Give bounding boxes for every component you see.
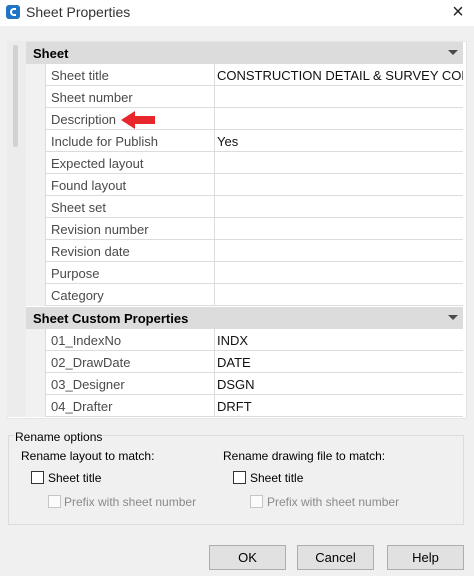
scrollbar-thumb[interactable] [13, 45, 18, 147]
section-header-custom[interactable]: Sheet Custom Properties [26, 307, 463, 329]
help-button[interactable]: Help [387, 545, 464, 570]
property-row-sheet-set[interactable]: Sheet set [26, 196, 463, 218]
drawing-sheet-title-checkbox[interactable] [233, 471, 246, 484]
property-row-expected-layout[interactable]: Expected layout [26, 152, 463, 174]
red-arrow-icon [121, 111, 155, 129]
property-name: Include for Publish [51, 134, 158, 149]
layout-prefix-label: Prefix with sheet number [64, 495, 197, 509]
drawing-sheet-title-label[interactable]: Sheet title [250, 471, 303, 485]
property-name: 04_Drafter [51, 399, 113, 414]
property-value[interactable]: INDX [214, 329, 463, 351]
property-row-sheet-number[interactable]: Sheet number [26, 86, 463, 108]
title-bar: Sheet Properties × [0, 0, 474, 26]
chevron-down-icon[interactable] [448, 50, 458, 55]
property-value[interactable] [214, 262, 463, 284]
layout-sheet-title-checkbox[interactable] [31, 471, 44, 484]
section-label: Sheet Custom Properties [33, 311, 189, 326]
cancel-button[interactable]: Cancel [297, 545, 374, 570]
drawing-prefix-label: Prefix with sheet number [267, 495, 400, 509]
property-name: Expected layout [51, 156, 144, 171]
property-value[interactable]: DSGN [214, 373, 463, 395]
property-value[interactable]: Yes [214, 130, 463, 152]
rename-layout-label: Rename layout to match: [21, 449, 155, 463]
property-name: Revision date [51, 244, 130, 259]
property-row-purpose[interactable]: Purpose [26, 262, 463, 284]
property-value[interactable] [214, 152, 463, 174]
property-name: Purpose [51, 266, 100, 281]
close-icon[interactable]: × [446, 1, 470, 23]
property-row-description[interactable]: Description [26, 108, 463, 130]
property-name: 01_IndexNo [51, 333, 122, 348]
property-name: 02_DrawDate [51, 355, 131, 370]
property-row-found-layout[interactable]: Found layout [26, 174, 463, 196]
section-header-sheet[interactable]: Sheet [26, 42, 463, 64]
ok-button[interactable]: OK [209, 545, 286, 570]
property-name: Revision number [51, 222, 149, 237]
property-name: Found layout [51, 178, 127, 193]
property-name: Sheet set [51, 200, 106, 215]
property-value[interactable] [214, 240, 463, 262]
property-name: 03_Designer [51, 377, 125, 392]
property-name: Category [51, 288, 104, 303]
property-row-indexno[interactable]: 01_IndexNo INDX [26, 329, 463, 351]
rename-options-title: Rename options [14, 430, 104, 444]
property-value[interactable] [214, 86, 463, 108]
property-row-drafter[interactable]: 04_Drafter DRFT [26, 395, 463, 417]
property-value[interactable] [214, 108, 463, 130]
drawing-prefix-checkbox [250, 495, 263, 508]
section-label: Sheet [33, 46, 69, 61]
property-value[interactable] [214, 218, 463, 240]
property-row-sheet-title[interactable]: Sheet title CONSTRUCTION DETAIL & SURVEY… [26, 64, 463, 86]
property-row-category[interactable]: Category [26, 284, 463, 306]
property-value[interactable] [214, 196, 463, 218]
chevron-down-icon[interactable] [448, 315, 458, 320]
autocad-icon [6, 5, 20, 19]
property-value[interactable]: DRFT [214, 395, 463, 417]
property-value[interactable]: CONSTRUCTION DETAIL & SURVEY CON... [214, 64, 463, 86]
layout-sheet-title-label[interactable]: Sheet title [48, 471, 101, 485]
property-name: Sheet title [51, 68, 109, 83]
property-value[interactable]: DATE [214, 351, 463, 373]
property-name: Sheet number [51, 90, 133, 105]
property-value[interactable] [214, 174, 463, 196]
property-row-designer[interactable]: 03_Designer DSGN [26, 373, 463, 395]
rename-drawing-label: Rename drawing file to match: [223, 449, 386, 463]
property-row-revision-number[interactable]: Revision number [26, 218, 463, 240]
property-row-drawdate[interactable]: 02_DrawDate DATE [26, 351, 463, 373]
property-row-include-for-publish[interactable]: Include for Publish Yes [26, 130, 463, 152]
property-name: Description [51, 112, 117, 127]
property-value[interactable] [214, 284, 463, 306]
layout-prefix-checkbox [48, 495, 61, 508]
window-title: Sheet Properties [26, 4, 131, 20]
property-row-revision-date[interactable]: Revision date [26, 240, 463, 262]
